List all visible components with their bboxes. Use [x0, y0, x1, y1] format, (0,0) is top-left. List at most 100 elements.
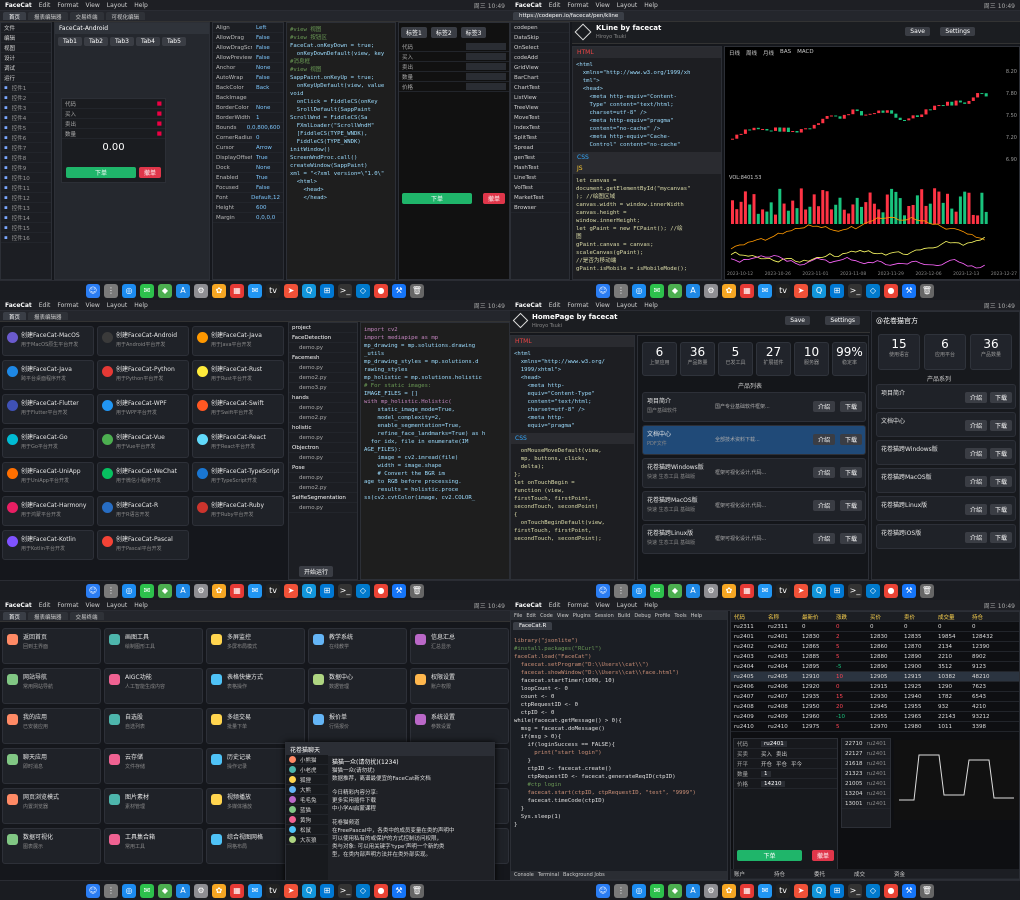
chart-tab[interactable]: 月线 [763, 49, 774, 57]
template-card[interactable]: 创建FaceCat-Harmony 用于鸿蒙平台开发 [2, 496, 94, 526]
feature-tile[interactable]: 权限设置 账户权限 [410, 668, 509, 704]
chat-user[interactable]: 蓝猫 [286, 805, 328, 815]
trade-input[interactable] [466, 63, 506, 70]
tv-icon[interactable]: tv [776, 583, 790, 598]
chart-tab[interactable]: 日线 [729, 49, 740, 57]
console-tab[interactable]: Background Jobs [563, 872, 605, 878]
tree-item[interactable]: holistic [289, 423, 357, 433]
side-intro-button[interactable]: 介绍 [964, 476, 987, 487]
tree-item[interactable]: hands [289, 393, 357, 403]
safari-icon[interactable]: ◎ [122, 583, 136, 598]
menubar-item-view[interactable]: View [86, 302, 100, 309]
order-row[interactable]: 代码 ■ [62, 99, 165, 109]
template-card[interactable]: 创建FaceCat-Android 用于Android平台开发 [97, 326, 189, 356]
maps-icon[interactable]: ◆ [668, 583, 682, 598]
tab-0[interactable]: 首页 [3, 12, 27, 20]
qty-input[interactable]: 1 [761, 770, 771, 777]
menubar-item-help[interactable]: Help [644, 602, 658, 609]
file-list-item[interactable]: BarChart [511, 73, 569, 83]
feature-tile[interactable]: 画图工具 绘制图形工具 [104, 628, 203, 664]
mail-icon[interactable]: ✉ [248, 283, 262, 298]
xcode-icon[interactable]: ⚒ [392, 583, 406, 598]
url-field[interactable]: https://codepen.io/facecat/pen/kline [513, 12, 625, 20]
order-row[interactable]: 卖出 ■ [62, 119, 165, 129]
vscode-icon[interactable]: ◇ [866, 883, 880, 898]
vscode-icon[interactable]: ◇ [356, 583, 370, 598]
side-download-button[interactable]: 下载 [989, 448, 1012, 459]
download-button[interactable]: 下载 [839, 401, 862, 412]
side-item[interactable]: 项目简介 介绍 下载 [876, 384, 1016, 409]
swift-icon[interactable]: ➤ [284, 283, 298, 298]
menubar-item-format[interactable]: Format [57, 302, 78, 309]
property-row[interactable]: AllowDragScroll False [213, 43, 283, 53]
appstore-icon[interactable]: A [176, 883, 190, 898]
xcode-icon[interactable]: ⚒ [902, 283, 916, 298]
template-card[interactable]: 创建FaceCat-Vue 用于Vue平台开发 [97, 428, 189, 458]
menubar-item-edit[interactable]: Edit [549, 302, 561, 309]
chat-user[interactable]: 松鼠 [286, 825, 328, 835]
file-list-item[interactable]: codeAdd [511, 53, 569, 63]
toolbox-control[interactable]: ▪ 控件9 [1, 163, 51, 173]
trade-input[interactable] [466, 53, 506, 60]
download-button[interactable]: 下载 [839, 434, 862, 445]
toolbox-control[interactable]: ▪ 控件4 [1, 113, 51, 123]
launchpad-icon[interactable]: ⋮ [104, 283, 118, 298]
wechat-icon[interactable]: ✉ [140, 883, 154, 898]
quote-row[interactable]: ru2406 ru2406 12920 0 12915 12925 1290 7623 [731, 682, 1019, 692]
chrome-icon[interactable]: ● [374, 283, 388, 298]
tree-item[interactable]: Objectron [289, 443, 357, 453]
design-tab[interactable]: Tab3 [109, 37, 134, 46]
quote-row[interactable]: ru2410 ru2410 12975 5 12970 12980 1011 3398 [731, 722, 1019, 732]
feature-tile[interactable]: 信息汇总 汇总显示 [410, 628, 509, 664]
intro-button[interactable]: 介绍 [812, 500, 835, 511]
chat-user[interactable]: 黄狗 [286, 815, 328, 825]
property-row[interactable]: Focused False [213, 183, 283, 193]
wechat-icon[interactable]: ✉ [650, 883, 664, 898]
file-list-item[interactable]: LineTest [511, 173, 569, 183]
account-tab[interactable]: 成交 [854, 870, 890, 878]
menubar-item-help[interactable]: Help [644, 2, 658, 9]
property-row[interactable]: AllowPreviewsEvent False [213, 53, 283, 63]
order-buy-button[interactable]: 下单 [737, 850, 802, 861]
menubar-item-help[interactable]: Help [134, 602, 148, 609]
quote-row[interactable]: ru2401 ru2401 12830 2 12830 12835 19854 128432 [731, 632, 1019, 642]
photos-icon[interactable]: ✿ [212, 283, 226, 298]
safari-icon[interactable]: ◎ [122, 283, 136, 298]
order-field-row[interactable]: 开平 开仓 平仓 平今 [734, 759, 837, 769]
file-list-item[interactable]: Spread [511, 143, 569, 153]
property-row[interactable]: Dock None [213, 163, 283, 173]
toolbox-item[interactable]: 视图 [1, 43, 51, 53]
side-download-button[interactable]: 下载 [989, 476, 1012, 487]
template-card[interactable]: 创建FaceCat-Python 用于Python平台开发 [97, 360, 189, 390]
settings-icon[interactable]: ⚙ [704, 883, 718, 898]
feature-tile[interactable]: 我的应用 已安装应用 [2, 708, 101, 744]
swift-icon[interactable]: ➤ [794, 883, 808, 898]
property-row[interactable]: BackColor Back [213, 83, 283, 93]
qq-icon[interactable]: Q [302, 883, 316, 898]
side-intro-button[interactable]: 介绍 [964, 532, 987, 543]
intro-button[interactable]: 介绍 [812, 434, 835, 445]
menubar-item-edit[interactable]: Edit [549, 602, 561, 609]
tree-item[interactable]: demo2.py [289, 483, 357, 493]
finder-icon[interactable]: ☺ [86, 283, 100, 298]
template-card[interactable]: 创建FaceCat-Pascal 用于Pascal平台开发 [97, 530, 189, 560]
close-radio[interactable]: 平仓 [776, 760, 787, 768]
run-button[interactable]: 开始运行 [299, 566, 334, 577]
safari-icon[interactable]: ◎ [632, 283, 646, 298]
sell-radio[interactable]: 卖出 [776, 750, 787, 758]
vscode-icon[interactable]: ◇ [356, 283, 370, 298]
property-row[interactable]: DisplayOffset True [213, 153, 283, 163]
wechat-icon[interactable]: ✉ [650, 283, 664, 298]
toolbox-control[interactable]: ▪ 控件13 [1, 203, 51, 213]
design-tab[interactable]: Tab2 [83, 37, 108, 46]
template-card[interactable]: 创建FaceCat-Go 用于Go平台开发 [2, 428, 94, 458]
finder-icon[interactable]: ☺ [596, 583, 610, 598]
toolbox-control[interactable]: ▪ 控件6 [1, 133, 51, 143]
settings-button[interactable]: Settings [825, 316, 860, 325]
maps-icon[interactable]: ◆ [668, 283, 682, 298]
side-download-button[interactable]: 下载 [989, 532, 1012, 543]
menubar-item-format[interactable]: Format [57, 602, 78, 609]
menubar-item-view[interactable]: View [86, 2, 100, 9]
template-card[interactable]: 创建FaceCat-Java 用于Java平台开发 [192, 326, 284, 356]
file-list-item[interactable]: GridView [511, 63, 569, 73]
